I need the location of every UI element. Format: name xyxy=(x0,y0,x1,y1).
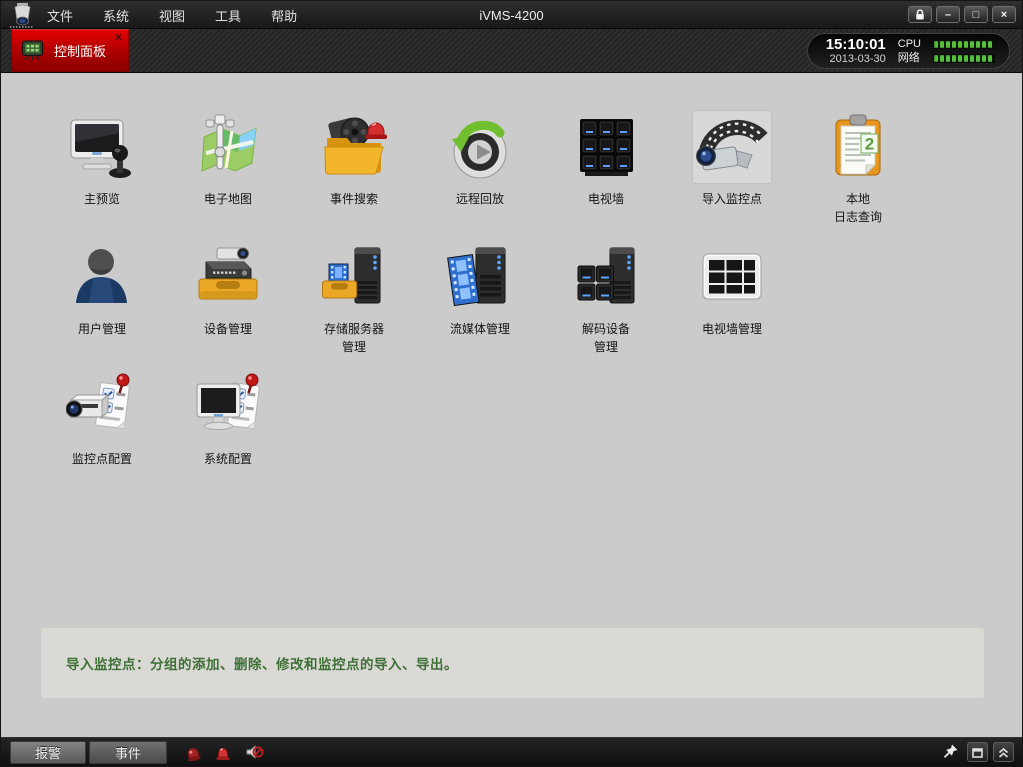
close-button[interactable]: × xyxy=(992,6,1016,23)
module-decode-device[interactable]: 解码设备管理 xyxy=(543,241,669,371)
clock-time: 15:10:01 xyxy=(826,36,886,53)
pin-icon xyxy=(941,743,959,761)
module-label: 监控点配置 xyxy=(72,450,132,468)
svg-text:2: 2 xyxy=(865,135,874,154)
statusbar-right-controls xyxy=(941,742,1014,762)
network-meter xyxy=(933,54,995,63)
camera-config-icon xyxy=(66,371,138,443)
cpu-label: CPU xyxy=(898,39,921,50)
module-label: 用户管理 xyxy=(78,320,126,338)
local-log-icon: 2 xyxy=(822,111,894,183)
window-controls: – □ × xyxy=(908,6,1016,23)
module-label: 流媒体管理 xyxy=(450,320,510,338)
module-event-search[interactable]: 事件搜索 xyxy=(291,111,417,241)
title-bar: 文件 系统 视图 工具 帮助 iVMS-4200 – □ × xyxy=(1,1,1022,29)
control-panel-icon xyxy=(20,38,45,63)
siren-alarm-icon[interactable] xyxy=(215,743,231,762)
control-panel-content: 主预览 xyxy=(1,73,1022,737)
menu-bar: 文件 系统 视图 工具 帮助 xyxy=(45,1,299,29)
tab-control-panel[interactable]: 控制面板 × xyxy=(11,29,129,72)
storage-server-icon xyxy=(318,241,390,313)
stream-media-icon xyxy=(444,241,516,313)
module-stream-media[interactable]: 流媒体管理 xyxy=(417,241,543,371)
menu-view[interactable]: 视图 xyxy=(157,4,187,27)
module-description-text: 导入监控点：分组的添加、删除、修改和监控点的导入、导出。 xyxy=(66,653,458,673)
alarm-indicator-icons xyxy=(184,743,264,762)
e-map-icon xyxy=(192,111,264,183)
float-window-button[interactable] xyxy=(967,742,988,762)
menu-tools[interactable]: 工具 xyxy=(213,4,243,27)
module-label: 电视墙 xyxy=(588,190,624,208)
clock: 15:10:01 2013-03-30 xyxy=(826,36,886,66)
collapse-panel-button[interactable] xyxy=(993,742,1014,762)
status-bar: 报警 事件 xyxy=(1,737,1022,766)
module-storage-server[interactable]: 存储服务器管理 xyxy=(291,241,417,371)
pin-button[interactable] xyxy=(941,743,959,761)
tv-wall-icon xyxy=(570,111,642,183)
module-label: 电子地图 xyxy=(204,190,252,208)
remote-playback-icon xyxy=(444,111,516,183)
module-label: 系统配置 xyxy=(204,450,252,468)
mute-audio-icon[interactable] xyxy=(245,743,264,761)
restore-icon xyxy=(971,746,984,759)
module-e-map[interactable]: 电子地图 xyxy=(165,111,291,241)
module-tvwall-management[interactable]: 电视墙管理 xyxy=(669,241,795,371)
lock-button[interactable] xyxy=(908,6,932,23)
module-camera-config[interactable]: 监控点配置 xyxy=(39,371,165,501)
tvwall-management-icon xyxy=(696,241,768,313)
main-preview-icon xyxy=(66,111,138,183)
menu-system[interactable]: 系统 xyxy=(101,4,131,27)
module-local-log-search[interactable]: 2 本地日志查询 xyxy=(795,111,921,241)
module-label: 设备管理 xyxy=(204,320,252,338)
module-import-camera[interactable]: 导入监控点 xyxy=(669,111,795,241)
lock-icon xyxy=(914,9,926,21)
usage-meters xyxy=(933,40,995,63)
tab-bar: 控制面板 × 15:10:01 2013-03-30 CPU 网络 xyxy=(1,29,1022,73)
chevron-up-double-icon xyxy=(997,746,1010,759)
module-label: 解码设备管理 xyxy=(582,320,630,356)
module-user-management[interactable]: 用户管理 xyxy=(39,241,165,371)
module-label: 导入监控点 xyxy=(702,190,762,208)
clock-date: 2013-03-30 xyxy=(829,53,885,66)
user-management-icon xyxy=(66,241,138,313)
module-device-management[interactable]: 设备管理 xyxy=(165,241,291,371)
usage-labels: CPU 网络 xyxy=(898,39,921,64)
tab-label: 控制面板 xyxy=(54,41,106,60)
module-label: 主预览 xyxy=(84,190,120,208)
module-system-config[interactable]: 系统配置 xyxy=(165,371,291,501)
system-status-panel: 15:10:01 2013-03-30 CPU 网络 xyxy=(807,33,1010,69)
module-remote-playback[interactable]: 远程回放 xyxy=(417,111,543,241)
cpu-meter xyxy=(933,40,995,49)
module-row-2: 用户管理 xyxy=(39,241,921,371)
motion-alarm-icon[interactable] xyxy=(184,743,201,762)
maximize-button[interactable]: □ xyxy=(964,6,988,23)
event-tab-button[interactable]: 事件 xyxy=(89,741,167,764)
module-row-1: 主预览 xyxy=(39,111,921,241)
module-label: 存储服务器管理 xyxy=(324,320,384,356)
menu-help[interactable]: 帮助 xyxy=(269,4,299,27)
module-label: 事件搜索 xyxy=(330,190,378,208)
event-search-icon xyxy=(318,111,390,183)
module-row-3: 监控点配置 xyxy=(39,371,921,501)
module-tv-wall[interactable]: 电视墙 xyxy=(543,111,669,241)
ivms-window: 文件 系统 视图 工具 帮助 iVMS-4200 – □ × xyxy=(0,0,1023,767)
system-config-icon xyxy=(192,371,264,443)
minimize-button[interactable]: – xyxy=(936,6,960,23)
menu-file[interactable]: 文件 xyxy=(45,4,75,27)
module-label: 电视墙管理 xyxy=(702,320,762,338)
import-camera-icon xyxy=(693,111,771,183)
device-management-icon xyxy=(192,241,264,313)
network-label: 网络 xyxy=(898,53,921,64)
module-label: 本地日志查询 xyxy=(834,190,882,226)
tab-close-icon[interactable]: × xyxy=(115,30,122,44)
module-label: 远程回放 xyxy=(456,190,504,208)
decode-device-icon xyxy=(570,241,642,313)
module-description-panel: 导入监控点：分组的添加、删除、修改和监控点的导入、导出。 xyxy=(41,628,984,698)
module-main-preview[interactable]: 主预览 xyxy=(39,111,165,241)
alarm-tab-button[interactable]: 报警 xyxy=(10,741,86,764)
module-grid: 主预览 xyxy=(39,111,921,501)
